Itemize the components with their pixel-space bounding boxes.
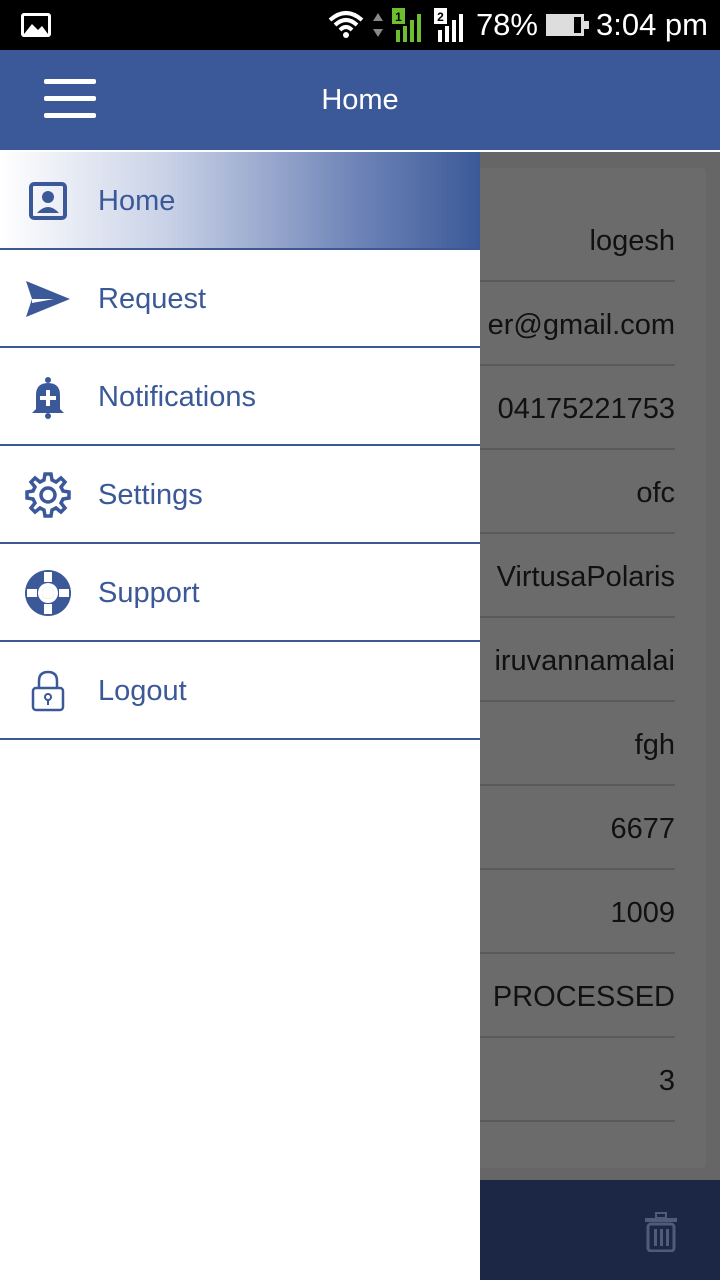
drawer-item-notifications[interactable]: Notifications [0, 348, 480, 446]
detail-row: 1009 [470, 870, 675, 954]
drawer-item-label: Settings [98, 479, 203, 511]
detail-row: logesh [470, 198, 675, 282]
data-arrows-icon [372, 13, 383, 37]
detail-value: logesh [589, 225, 675, 257]
detail-row: er@gmail.com [470, 282, 675, 366]
detail-row: VirtusaPolaris [470, 534, 675, 618]
svg-text:2: 2 [437, 10, 444, 24]
drawer-item-logout[interactable]: Logout [0, 642, 480, 740]
drawer-item-settings[interactable]: Settings [0, 446, 480, 544]
detail-value: 04175221753 [497, 393, 675, 425]
drawer-item-label: Home [98, 185, 176, 217]
detail-value: iruvannamalai [494, 645, 675, 677]
drawer-item-home[interactable]: Home [0, 152, 480, 250]
gear-icon [22, 470, 74, 520]
detail-value: VirtusaPolaris [496, 561, 675, 593]
detail-row: 04175221753 [470, 366, 675, 450]
detail-row: PROCESSED [470, 954, 675, 1038]
bell-plus-icon [22, 372, 74, 422]
detail-value: 6677 [610, 813, 675, 845]
profile-card-icon [22, 176, 74, 226]
drawer-item-request[interactable]: Request [0, 250, 480, 348]
status-bar: 1 2 78% 3:04 pm [0, 0, 720, 50]
detail-row: 6677 [470, 786, 675, 870]
drawer-item-support[interactable]: Support [0, 544, 480, 642]
bottom-action-bar [480, 1180, 720, 1280]
navigation-drawer: Home Request Notifications Settings Supp… [0, 152, 480, 1280]
app-bar: Home [0, 50, 720, 150]
detail-row: ofc [470, 450, 675, 534]
battery-percent: 78% [475, 7, 538, 42]
detail-value: 3 [658, 1065, 675, 1097]
page-title: Home [321, 84, 399, 116]
detail-row: iruvannamalai [470, 618, 675, 702]
drawer-item-label: Logout [98, 675, 187, 707]
detail-row: 2000 [470, 1122, 675, 1168]
gallery-notification-icon [21, 13, 51, 37]
send-icon [22, 274, 74, 324]
sim1-signal-icon: 1 [391, 8, 421, 42]
battery-icon [545, 14, 589, 36]
sim2-signal-icon: 2 [433, 8, 463, 42]
padlock-icon [22, 666, 74, 716]
drawer-item-label: Support [98, 577, 200, 609]
drawer-item-label: Notifications [98, 381, 256, 413]
drawer-item-label: Request [98, 283, 207, 315]
details-card: logesh er@gmail.com 04175221753 ofc Virt… [470, 168, 706, 1168]
detail-value: fgh [634, 729, 675, 761]
detail-row: 3 [470, 1038, 675, 1122]
detail-row: fgh [470, 702, 675, 786]
wifi-icon [328, 11, 364, 38]
detail-value: ofc [636, 477, 675, 509]
detail-value: PROCESSED [492, 981, 675, 1013]
clock: 3:04 pm [595, 7, 708, 42]
detail-value: 1009 [610, 897, 675, 929]
lifebuoy-icon [22, 568, 74, 618]
trash-icon[interactable] [644, 1212, 678, 1252]
svg-text:1: 1 [395, 10, 402, 24]
detail-value: er@gmail.com [487, 309, 675, 341]
